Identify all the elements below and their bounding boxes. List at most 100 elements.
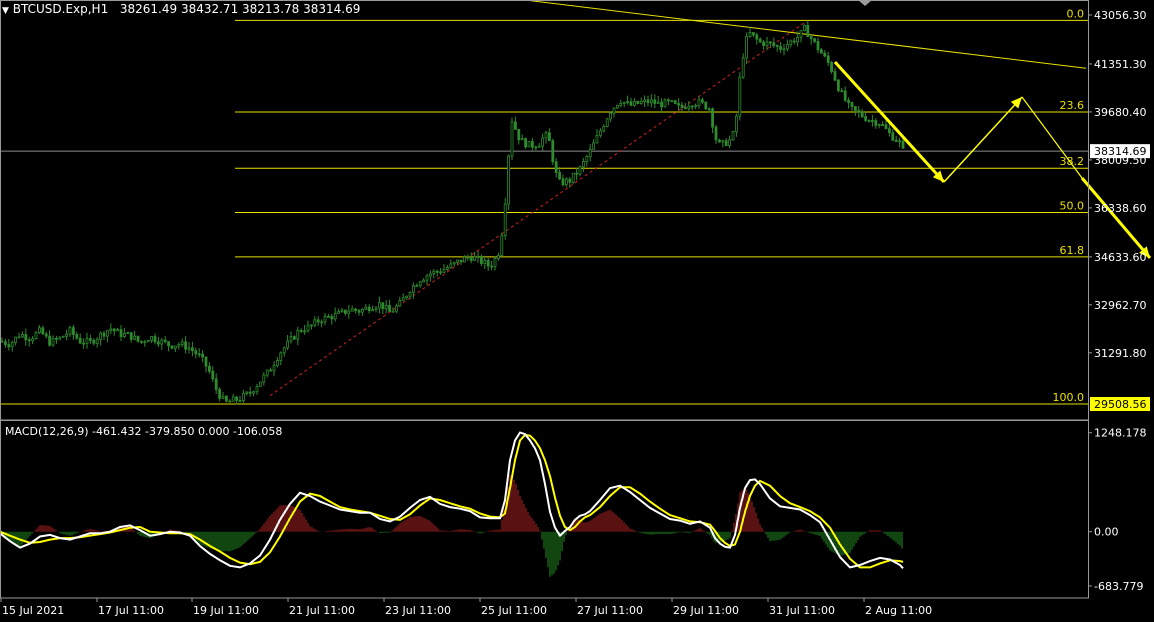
candle-body — [837, 79, 840, 92]
candle-body — [476, 255, 480, 258]
candle-body — [622, 101, 626, 104]
candle-body — [432, 270, 436, 275]
candle-body — [670, 100, 674, 103]
candle-body — [347, 310, 351, 314]
candle-body — [38, 327, 41, 334]
candle-body — [592, 142, 595, 150]
candle-body — [830, 62, 833, 72]
fib-level-label: 0.0 — [1067, 7, 1085, 20]
candle-body — [286, 340, 290, 349]
candle-body — [864, 116, 867, 121]
candle-body — [17, 336, 21, 339]
candle-body — [72, 327, 75, 335]
candle-body — [588, 148, 592, 158]
candle-body — [680, 104, 684, 108]
candle-body — [684, 107, 687, 109]
candle-body — [741, 57, 745, 78]
candle-body — [228, 400, 232, 403]
candle-body — [20, 334, 24, 338]
candle-body — [394, 305, 398, 312]
fib-level-label: 61.8 — [1060, 244, 1085, 257]
candle-body — [211, 370, 215, 380]
candle-body — [857, 109, 861, 113]
candle-body — [269, 369, 273, 372]
candle-body — [167, 341, 171, 347]
candle-body — [840, 90, 844, 93]
candle-body — [877, 124, 881, 126]
candle-body — [483, 260, 487, 264]
candle-body — [595, 134, 599, 144]
candle-body — [136, 335, 140, 342]
candle-body — [449, 263, 453, 268]
macd-panel-frame — [0, 419, 1089, 599]
candle-body — [718, 139, 721, 143]
candle-body — [27, 339, 31, 342]
candle-body — [153, 336, 157, 343]
candle-body — [847, 100, 850, 103]
candle-body — [204, 356, 208, 367]
candle-body — [561, 178, 565, 186]
candle-body — [568, 178, 572, 183]
chart-canvas[interactable]: 0.0 23.6 38.2 50.0 61.8 100.0 43056.30 41351.3… — [0, 0, 1154, 622]
candle-body — [163, 339, 167, 343]
candle-body — [364, 306, 368, 310]
y-axis-label: 34633.60 — [1094, 251, 1147, 264]
x-axis-label: 15 Jul 2021 — [2, 604, 64, 617]
candle-body — [772, 42, 776, 46]
candle-body — [871, 120, 874, 122]
candle-body — [738, 76, 742, 117]
main-panel-frame — [0, 0, 1089, 421]
candle-body — [486, 260, 490, 267]
candle-body — [779, 46, 782, 50]
candle-body — [75, 334, 79, 339]
candle-body — [221, 395, 225, 399]
candle-body — [820, 49, 823, 54]
candle-body — [143, 341, 147, 344]
candle-body — [14, 336, 18, 343]
candle-body — [554, 161, 558, 173]
x-axis-label: 19 Jul 11:00 — [193, 604, 259, 617]
candle-body — [245, 391, 249, 394]
candle-body — [748, 32, 752, 37]
candle-body — [218, 389, 222, 399]
candle-body — [510, 121, 514, 157]
candle-body — [745, 36, 748, 59]
candle-body — [653, 99, 657, 104]
candle-body — [442, 268, 446, 273]
candle-body — [775, 45, 779, 47]
candle-body — [309, 324, 313, 327]
x-axis-label: 17 Jul 11:00 — [98, 604, 164, 617]
candle-body — [201, 353, 205, 358]
candle-body — [813, 38, 816, 42]
candle-body — [462, 256, 466, 263]
candle-body — [330, 315, 334, 320]
candle-body — [377, 302, 381, 309]
candle-body — [551, 140, 555, 163]
candle-body — [241, 393, 245, 401]
candle-body — [796, 36, 799, 43]
candle-body — [459, 259, 463, 263]
candle-body — [799, 30, 803, 38]
candle-body — [58, 336, 62, 340]
candle-body — [507, 155, 511, 205]
candle-body — [350, 308, 354, 312]
candle-body — [51, 337, 55, 346]
candle-body — [282, 347, 286, 354]
candle-body — [44, 333, 48, 337]
candle-body — [435, 270, 439, 273]
candle-body — [381, 302, 385, 310]
y-axis-label: 43056.30 — [1094, 9, 1147, 22]
candle-body — [660, 101, 663, 108]
candle-body — [711, 108, 714, 128]
candle-body — [360, 308, 364, 313]
candle-body — [371, 309, 375, 312]
candle-body — [548, 132, 551, 142]
candle-body — [388, 305, 392, 312]
candle-body — [275, 360, 279, 367]
candle-body — [874, 120, 878, 126]
macd-main-line — [0, 431, 904, 569]
shift-marker-icon[interactable] — [858, 0, 872, 6]
candle-body — [116, 329, 119, 332]
candle-body — [106, 330, 109, 337]
candle-body — [527, 141, 531, 148]
